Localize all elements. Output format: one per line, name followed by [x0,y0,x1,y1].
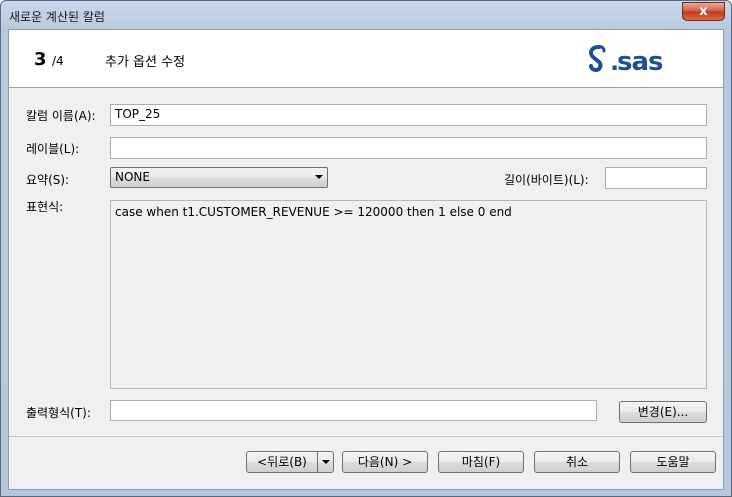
next-button[interactable]: 다음(N) > [342,451,428,473]
label-label: 레이블(L): [26,142,80,156]
help-button[interactable]: 도움말 [630,451,716,473]
dialog-client-area: 3 /4 추가 옵션 수정 . sas 칼럼 이름(A): TOP_25 레이블… [8,29,724,490]
back-button[interactable]: <뒤로(B) [246,451,334,473]
format-label: 출력형식(T): [26,406,91,420]
summary-select[interactable]: NONE [110,167,328,188]
step-total: /4 [52,54,64,68]
change-format-button[interactable]: 변경(E)... [619,401,707,423]
length-label: 길이(바이트)(L): [504,173,589,187]
summary-select-value: NONE [115,170,150,184]
title-bar[interactable]: 새로운 계산된 칼럼 x [1,1,731,29]
expression-field[interactable]: case when t1.CUSTOMER_REVENUE >= 120000 … [110,200,707,389]
cancel-button[interactable]: 취소 [534,451,620,473]
summary-label: 요약(S): [26,173,70,187]
finish-button[interactable]: 마침(F) [438,451,524,473]
column-name-field[interactable]: TOP_25 [110,104,707,126]
wizard-header: 3 /4 추가 옵션 수정 . sas [9,30,723,88]
format-field[interactable] [110,400,597,421]
close-button[interactable]: x [682,2,725,21]
label-field[interactable] [110,137,707,159]
expression-label: 표현식: [26,200,64,214]
sas-logo-icon: . sas [589,45,664,77]
chevron-down-icon[interactable] [317,452,333,472]
dialog-window: 새로운 계산된 칼럼 x 3 /4 추가 옵션 수정 . sas 칼럼 이름(A… [0,0,732,497]
window-title: 새로운 계산된 칼럼 [9,10,105,24]
sas-logo-text: sas [617,47,663,77]
chevron-down-icon [315,175,323,179]
length-field[interactable] [605,167,707,189]
back-button-label: <뒤로(B) [257,455,307,469]
footer-divider [9,436,723,437]
column-name-label: 칼럼 이름(A): [26,109,96,123]
step-current: 3 [34,49,47,70]
step-title: 추가 옵션 수정 [105,55,186,70]
